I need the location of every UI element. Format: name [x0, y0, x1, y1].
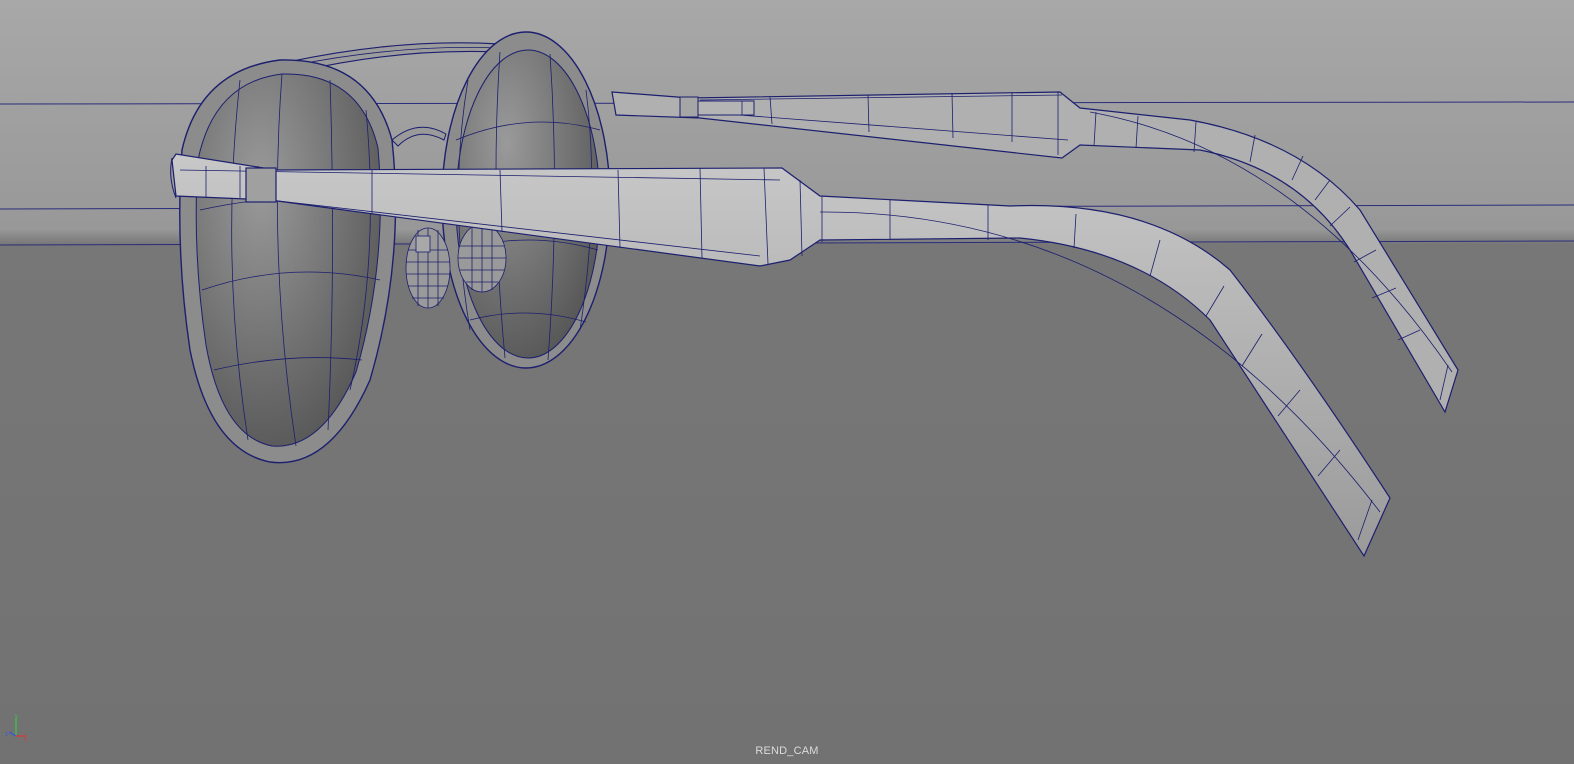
3d-viewport[interactable]: y x z REND_CAM	[0, 0, 1574, 764]
viewport-canvas[interactable]	[0, 0, 1574, 764]
z-axis-line	[8, 731, 17, 737]
y-axis-label: y	[15, 714, 18, 720]
z-axis-label: z	[5, 732, 8, 738]
camera-name-label: REND_CAM	[755, 745, 819, 757]
axis-gizmo-icon: y x z	[5, 714, 27, 742]
x-axis-label: x	[24, 737, 27, 742]
